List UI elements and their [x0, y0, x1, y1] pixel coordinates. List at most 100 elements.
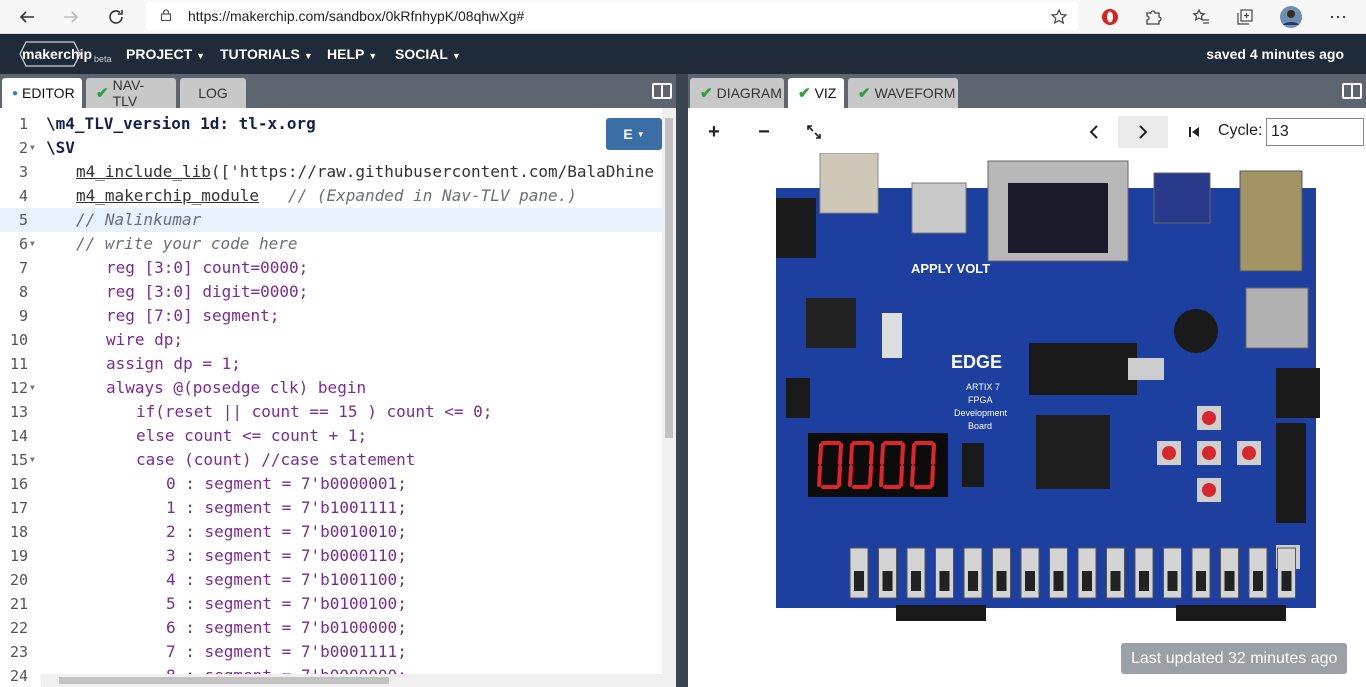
tab-editor[interactable]: ● EDITOR — [2, 78, 82, 108]
tab-log[interactable]: LOG — [180, 78, 246, 108]
code-line[interactable]: 1 \m4_TLV_version 1d: tl-x.org — [0, 112, 662, 136]
menu-tutorials[interactable]: TUTORIALS ▼ — [220, 46, 313, 62]
code-line[interactable]: 19 3 : segment = 7'b0000110; — [0, 544, 662, 568]
slide-switch-knob[interactable] — [1253, 571, 1263, 591]
split-pane-icon[interactable] — [652, 83, 672, 99]
makerchip-logo[interactable]: makerchip beta — [18, 38, 112, 70]
code-line[interactable]: 2 ▼ \SV — [0, 136, 662, 160]
pane-divider[interactable] — [676, 74, 688, 687]
push-button-cap[interactable] — [1242, 446, 1256, 460]
zoom-in-button[interactable]: + — [698, 116, 730, 148]
slide-switch-knob[interactable] — [1167, 571, 1178, 591]
collections-icon[interactable] — [1232, 4, 1258, 30]
first-cycle-button[interactable] — [1178, 116, 1210, 148]
zoom-out-button[interactable]: − — [748, 116, 780, 148]
profile-avatar-icon[interactable] — [1278, 4, 1304, 30]
code-line[interactable]: 5 // Nalinkumar — [0, 208, 662, 232]
menu-social[interactable]: SOCIAL ▼ — [395, 46, 461, 62]
tab-nav-tlv[interactable]: ✔ NAV-TLV — [86, 77, 176, 109]
slide-switch-knob[interactable] — [1139, 571, 1149, 591]
push-button-cap[interactable] — [1202, 483, 1216, 497]
menu-label: SOCIAL — [395, 46, 448, 62]
slide-switch-knob[interactable] — [1053, 571, 1064, 591]
fit-view-button[interactable] — [798, 116, 830, 148]
star-add-icon[interactable] — [1050, 8, 1068, 26]
code-line[interactable]: 17 1 : segment = 7'b1001111; — [0, 496, 662, 520]
slide-switch-knob[interactable] — [1224, 571, 1235, 591]
code-editor[interactable]: 1 \m4_TLV_version 1d: tl-x.org 2 ▼ \SV 3 m4_in… — [0, 108, 676, 687]
line-number: 14 — [9, 427, 28, 445]
code-line[interactable]: 6 ▼ // write your code here — [0, 232, 662, 256]
slide-switch-knob[interactable] — [1110, 571, 1121, 591]
more-menu-icon[interactable]: ⋯ — [1325, 4, 1351, 30]
tab-label: VIZ — [814, 85, 837, 101]
tab-waveform[interactable]: ✔ WAVEFORM — [848, 78, 958, 108]
code-line[interactable]: 4 m4_makerchip_module // (Expanded in Nav… — [0, 184, 662, 208]
slide-switch-knob[interactable] — [968, 571, 978, 591]
forward-button[interactable] — [58, 4, 84, 30]
board-text-2: FPGA — [968, 395, 993, 405]
line-number: 1 — [18, 115, 28, 133]
menu-help[interactable]: HELP ▼ — [327, 46, 377, 62]
code-line[interactable]: 8 reg [3:0] digit=0000; — [0, 280, 662, 304]
code-line[interactable]: 15 ▼ case (count) //case statement — [0, 448, 662, 472]
line-number: 15 — [9, 451, 28, 469]
slide-switch-knob[interactable] — [996, 571, 1007, 591]
slide-switch-knob[interactable] — [1281, 571, 1292, 591]
caret-down-icon: ▼ — [368, 51, 378, 61]
push-button-cap[interactable] — [1162, 446, 1176, 460]
push-button-cap[interactable] — [1202, 446, 1216, 460]
code-line[interactable]: 14 else count <= count + 1; — [0, 424, 662, 448]
slide-switch-knob[interactable] — [1025, 571, 1035, 591]
code-line[interactable]: 18 2 : segment = 7'b0010010; — [0, 520, 662, 544]
code-text: reg [7:0] segment; — [106, 306, 280, 325]
reload-icon — [109, 10, 123, 24]
fold-arrow-icon[interactable]: ▼ — [30, 448, 35, 472]
next-cycle-button[interactable] — [1118, 116, 1168, 148]
code-line[interactable]: 16 0 : segment = 7'b0000001; — [0, 472, 662, 496]
code-line[interactable]: 21 5 : segment = 7'b0100100; — [0, 592, 662, 616]
code-line[interactable]: 11 assign dp = 1; — [0, 352, 662, 376]
code-text: reg [3:0] digit=0000; — [106, 282, 309, 301]
favorites-icon[interactable] — [1188, 4, 1214, 30]
tab-diagram[interactable]: ✔ DIAGRAM — [690, 78, 784, 108]
horizontal-scrollbar[interactable] — [41, 674, 662, 687]
split-pane-icon[interactable] — [1342, 83, 1362, 99]
fold-arrow-icon[interactable]: ▼ — [30, 232, 35, 256]
code-line[interactable]: 3 m4_include_lib(['https://raw.githubuser… — [0, 160, 662, 184]
opera-extension-icon[interactable] — [1097, 4, 1123, 30]
push-button-cap[interactable] — [1202, 411, 1216, 425]
back-button[interactable] — [14, 4, 40, 30]
menu-project[interactable]: PROJECT ▼ — [126, 46, 205, 62]
code-line[interactable]: 22 6 : segment = 7'b0100000; — [0, 616, 662, 640]
slide-switch-knob[interactable] — [1082, 571, 1092, 591]
code-line[interactable]: 10 wire dp; — [0, 328, 662, 352]
code-line[interactable]: 20 4 : segment = 7'b1001100; — [0, 568, 662, 592]
check-icon: ✔ — [700, 85, 713, 102]
scroll-thumb[interactable] — [665, 118, 673, 438]
code-line[interactable]: 12 ▼ always @(posedge clk) begin — [0, 376, 662, 400]
vertical-scrollbar[interactable] — [662, 108, 676, 687]
code-line[interactable]: 7 reg [3:0] count=0000; — [0, 256, 662, 280]
check-icon: ✔ — [96, 85, 109, 102]
code-line[interactable]: 23 7 : segment = 7'b0001111; — [0, 640, 662, 664]
cycle-input[interactable]: 13 — [1266, 118, 1364, 146]
slide-switch-knob[interactable] — [854, 571, 864, 591]
slide-switch-knob[interactable] — [939, 571, 950, 591]
prev-cycle-button[interactable] — [1078, 116, 1110, 148]
board-brand-text: EDGE — [951, 352, 1002, 372]
tab-viz[interactable]: ✔ VIZ — [788, 78, 844, 108]
fold-arrow-icon[interactable]: ▼ — [30, 376, 35, 400]
address-bar[interactable]: https://makerchip.com/sandbox/0kRfnhypK/… — [146, 2, 1078, 30]
seven-segment-bar — [869, 443, 874, 465]
code-line[interactable]: 13 if(reset || count == 15 ) count <= 0; — [0, 400, 662, 424]
code-line[interactable]: 9 reg [7:0] segment; — [0, 304, 662, 328]
slide-switch-knob[interactable] — [1196, 571, 1206, 591]
slide-switch-knob[interactable] — [882, 571, 893, 591]
fold-arrow-icon[interactable]: ▼ — [30, 136, 35, 160]
reload-button[interactable] — [103, 4, 129, 30]
puzzle-extensions-icon[interactable] — [1140, 4, 1166, 30]
e-dropdown-button[interactable]: E ▼ — [606, 118, 662, 150]
scroll-thumb[interactable] — [59, 677, 389, 684]
slide-switch-knob[interactable] — [911, 571, 921, 591]
